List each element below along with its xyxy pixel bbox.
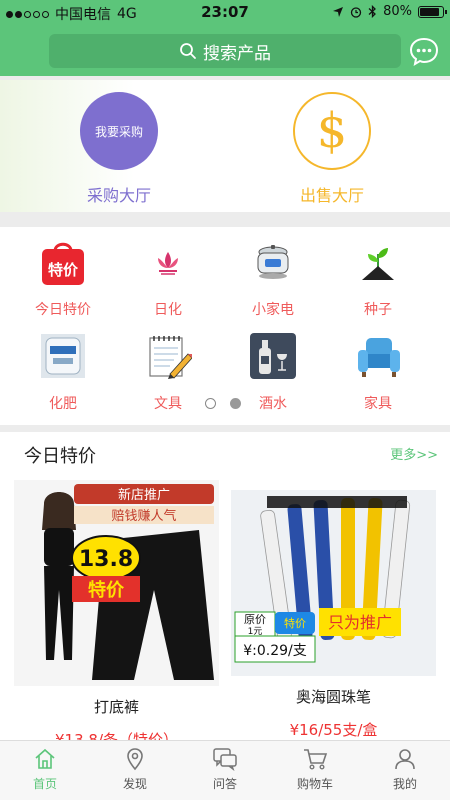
battery-icon bbox=[418, 5, 447, 18]
product-price: ¥16/55支/盒 bbox=[289, 721, 378, 739]
category-label: 文具 bbox=[154, 396, 182, 412]
search-bar[interactable]: 搜索产品 bbox=[49, 34, 401, 68]
category-wine[interactable]: 酒水 bbox=[228, 331, 318, 413]
dollar-sign-icon: $ bbox=[317, 103, 348, 159]
tab-discover[interactable]: 发现 bbox=[90, 741, 180, 800]
product-image[interactable]: 原价 1元 特价 ¥:0.29/支 只为推广 bbox=[231, 490, 436, 676]
top-header: 中国电信 4G 23:07 80% 搜索产品 bbox=[0, 0, 450, 76]
tab-cart[interactable]: 购物车 bbox=[270, 741, 360, 800]
home-icon bbox=[35, 748, 55, 769]
category-seeds[interactable]: 种子 bbox=[333, 237, 423, 319]
product-name: 奥海圆珠笔 bbox=[295, 688, 371, 706]
svg-text:特价: 特价 bbox=[88, 579, 125, 601]
svg-text:$: $ bbox=[317, 103, 348, 159]
category-small-appliance[interactable]: 小家电 bbox=[228, 237, 318, 319]
user-icon bbox=[395, 749, 415, 770]
product-price: ¥13.8/条（特价） bbox=[55, 731, 178, 740]
tab-label: 我的 bbox=[392, 777, 417, 791]
wine-bottle-icon bbox=[250, 333, 296, 379]
status-bar: 中国电信 4G 23:07 80% bbox=[0, 0, 450, 24]
category-furniture[interactable]: 家具 bbox=[333, 331, 423, 413]
product-name: 打底裤 bbox=[93, 698, 139, 716]
category-stationery[interactable]: 文具 bbox=[123, 331, 213, 413]
chat-bubble-icon[interactable] bbox=[408, 35, 440, 67]
category-grid: 特价 今日特价 日化 小家电 种子 化肥 文具 酒水 家具 bbox=[0, 227, 450, 425]
category-fertilizer[interactable]: 化肥 bbox=[18, 331, 108, 413]
product-card-leggings[interactable]: 新店推广 赔钱赚人气 13.8 特价 打底裤 ¥13.8/条（特价） bbox=[14, 480, 219, 740]
bluetooth-icon bbox=[368, 5, 377, 18]
tab-label: 发现 bbox=[122, 777, 147, 791]
lotus-icon bbox=[158, 252, 178, 275]
svg-text:原价: 原价 bbox=[244, 613, 266, 626]
category-today-special[interactable]: 特价 今日特价 bbox=[18, 237, 108, 319]
fertilizer-bag-icon bbox=[41, 334, 85, 378]
svg-text:只为推广: 只为推广 bbox=[328, 613, 392, 632]
search-icon bbox=[180, 43, 196, 59]
svg-text:特价: 特价 bbox=[48, 261, 79, 279]
armchair-icon bbox=[358, 338, 400, 377]
category-label: 今日特价 bbox=[35, 302, 91, 318]
location-pin-icon bbox=[127, 748, 143, 771]
category-label: 酒水 bbox=[259, 396, 287, 412]
tab-label: 首页 bbox=[32, 777, 57, 791]
category-label: 日化 bbox=[154, 302, 182, 318]
tab-home[interactable]: 首页 bbox=[0, 741, 90, 800]
product-image[interactable]: 新店推广 赔钱赚人气 13.8 特价 bbox=[14, 480, 219, 686]
location-arrow-icon bbox=[333, 6, 344, 17]
notepad-pencil-icon bbox=[149, 336, 192, 379]
category-label: 家具 bbox=[364, 396, 392, 412]
category-daily-chemical[interactable]: 日化 bbox=[123, 237, 213, 319]
rice-cooker-icon bbox=[257, 245, 289, 279]
chat-icon bbox=[213, 748, 237, 771]
svg-text:新店推广: 新店推广 bbox=[118, 487, 170, 503]
more-link[interactable]: 更多>> bbox=[390, 444, 438, 463]
today-special-section: 今日特价 更多>> 新店推广 赔钱赚人气 13.8 特价 打底裤 ¥13.8/条… bbox=[0, 432, 450, 740]
category-label: 种子 bbox=[364, 302, 392, 318]
tab-label: 问答 bbox=[212, 777, 237, 791]
pager-dot[interactable] bbox=[205, 398, 216, 409]
svg-text:¥:0.29/支: ¥:0.29/支 bbox=[243, 643, 307, 659]
cart-icon bbox=[304, 749, 328, 770]
product-card-ballpoint-pen[interactable]: 原价 1元 特价 ¥:0.29/支 只为推广 奥海圆珠笔 ¥16/55支/盒 bbox=[231, 490, 436, 740]
sale-hall-label[interactable]: 出售大厅 bbox=[272, 182, 392, 206]
purchase-hall-label[interactable]: 采购大厅 bbox=[60, 182, 178, 206]
seedling-icon bbox=[362, 248, 394, 280]
sell-circle-button[interactable]: $ bbox=[293, 92, 371, 170]
tab-profile[interactable]: 我的 bbox=[360, 741, 450, 800]
category-label: 化肥 bbox=[49, 396, 77, 412]
hall-banner: 我要采购 采购大厅 $ 出售大厅 bbox=[0, 80, 450, 212]
search-placeholder: 搜索产品 bbox=[203, 43, 271, 64]
category-label: 小家电 bbox=[252, 302, 294, 318]
alarm-icon bbox=[350, 6, 362, 18]
category-pager[interactable] bbox=[205, 398, 241, 409]
svg-text:赔钱赚人气: 赔钱赚人气 bbox=[111, 508, 176, 524]
svg-text:特价: 特价 bbox=[284, 616, 306, 630]
battery-percent: 80% bbox=[383, 4, 412, 19]
svg-text:13.8: 13.8 bbox=[79, 547, 133, 572]
tab-qa[interactable]: 问答 bbox=[180, 741, 270, 800]
pager-dot-active[interactable] bbox=[230, 398, 241, 409]
purchase-circle-button[interactable]: 我要采购 bbox=[80, 92, 158, 170]
section-title: 今日特价 bbox=[24, 446, 96, 467]
bottom-tab-bar: 首页 发现 问答 购物车 我的 bbox=[0, 740, 450, 800]
special-price-bag-icon: 特价 bbox=[42, 242, 84, 285]
tab-label: 购物车 bbox=[296, 777, 333, 791]
